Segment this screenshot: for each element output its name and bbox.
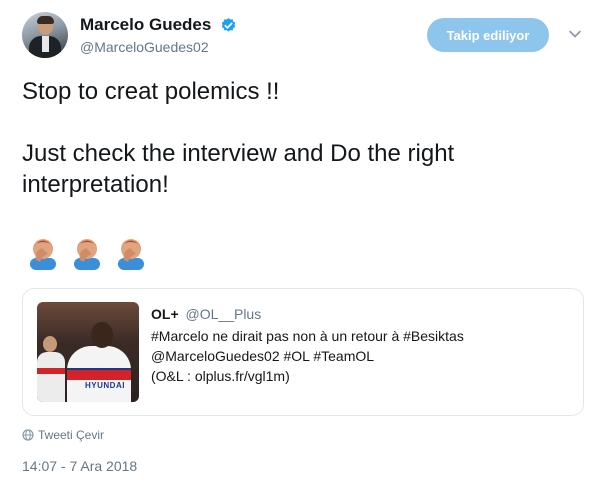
avatar[interactable] [22, 12, 68, 58]
emoji-row [28, 236, 146, 272]
facepalm-icon [74, 239, 100, 270]
quoted-tweet-image[interactable]: HYUNDAI [37, 302, 139, 402]
tweet-text: Stop to creat polemics !! Just check the… [22, 78, 455, 198]
tweet-header: Marcelo Guedes @MarceloGuedes02 Takip ed… [22, 10, 592, 58]
quoted-tweet-header: OL+ @OL__Plus [151, 305, 571, 323]
author-handle[interactable]: @MarceloGuedes02 [80, 39, 237, 55]
chevron-down-icon[interactable] [568, 27, 582, 41]
display-name[interactable]: Marcelo Guedes [80, 15, 211, 35]
quoted-tweet-text: #Marcelo ne dirait pas non à un retour à… [151, 328, 464, 384]
verified-badge-icon [221, 17, 236, 32]
quoted-display-name: OL+ [151, 306, 179, 322]
timestamp[interactable]: 14:07 - 7 Ara 2018 [22, 458, 137, 474]
quoted-handle: @OL__Plus [185, 306, 262, 322]
author-names[interactable]: Marcelo Guedes @MarceloGuedes02 [80, 15, 237, 55]
quoted-tweet-card[interactable]: HYUNDAI OL+ @OL__Plus #Marcelo ne dirait… [22, 288, 584, 416]
translate-tweet[interactable]: Tweeti Çevir [22, 428, 104, 442]
sponsor-logo: HYUNDAI [85, 381, 125, 390]
globe-icon [22, 429, 34, 441]
facepalm-icon [118, 239, 144, 270]
following-button[interactable]: Takip ediliyor [427, 18, 549, 52]
facepalm-icon [30, 239, 56, 270]
quoted-tweet-body: OL+ @OL__Plus #Marcelo ne dirait pas non… [151, 305, 571, 386]
translate-link[interactable]: Tweeti Çevir [38, 428, 104, 442]
